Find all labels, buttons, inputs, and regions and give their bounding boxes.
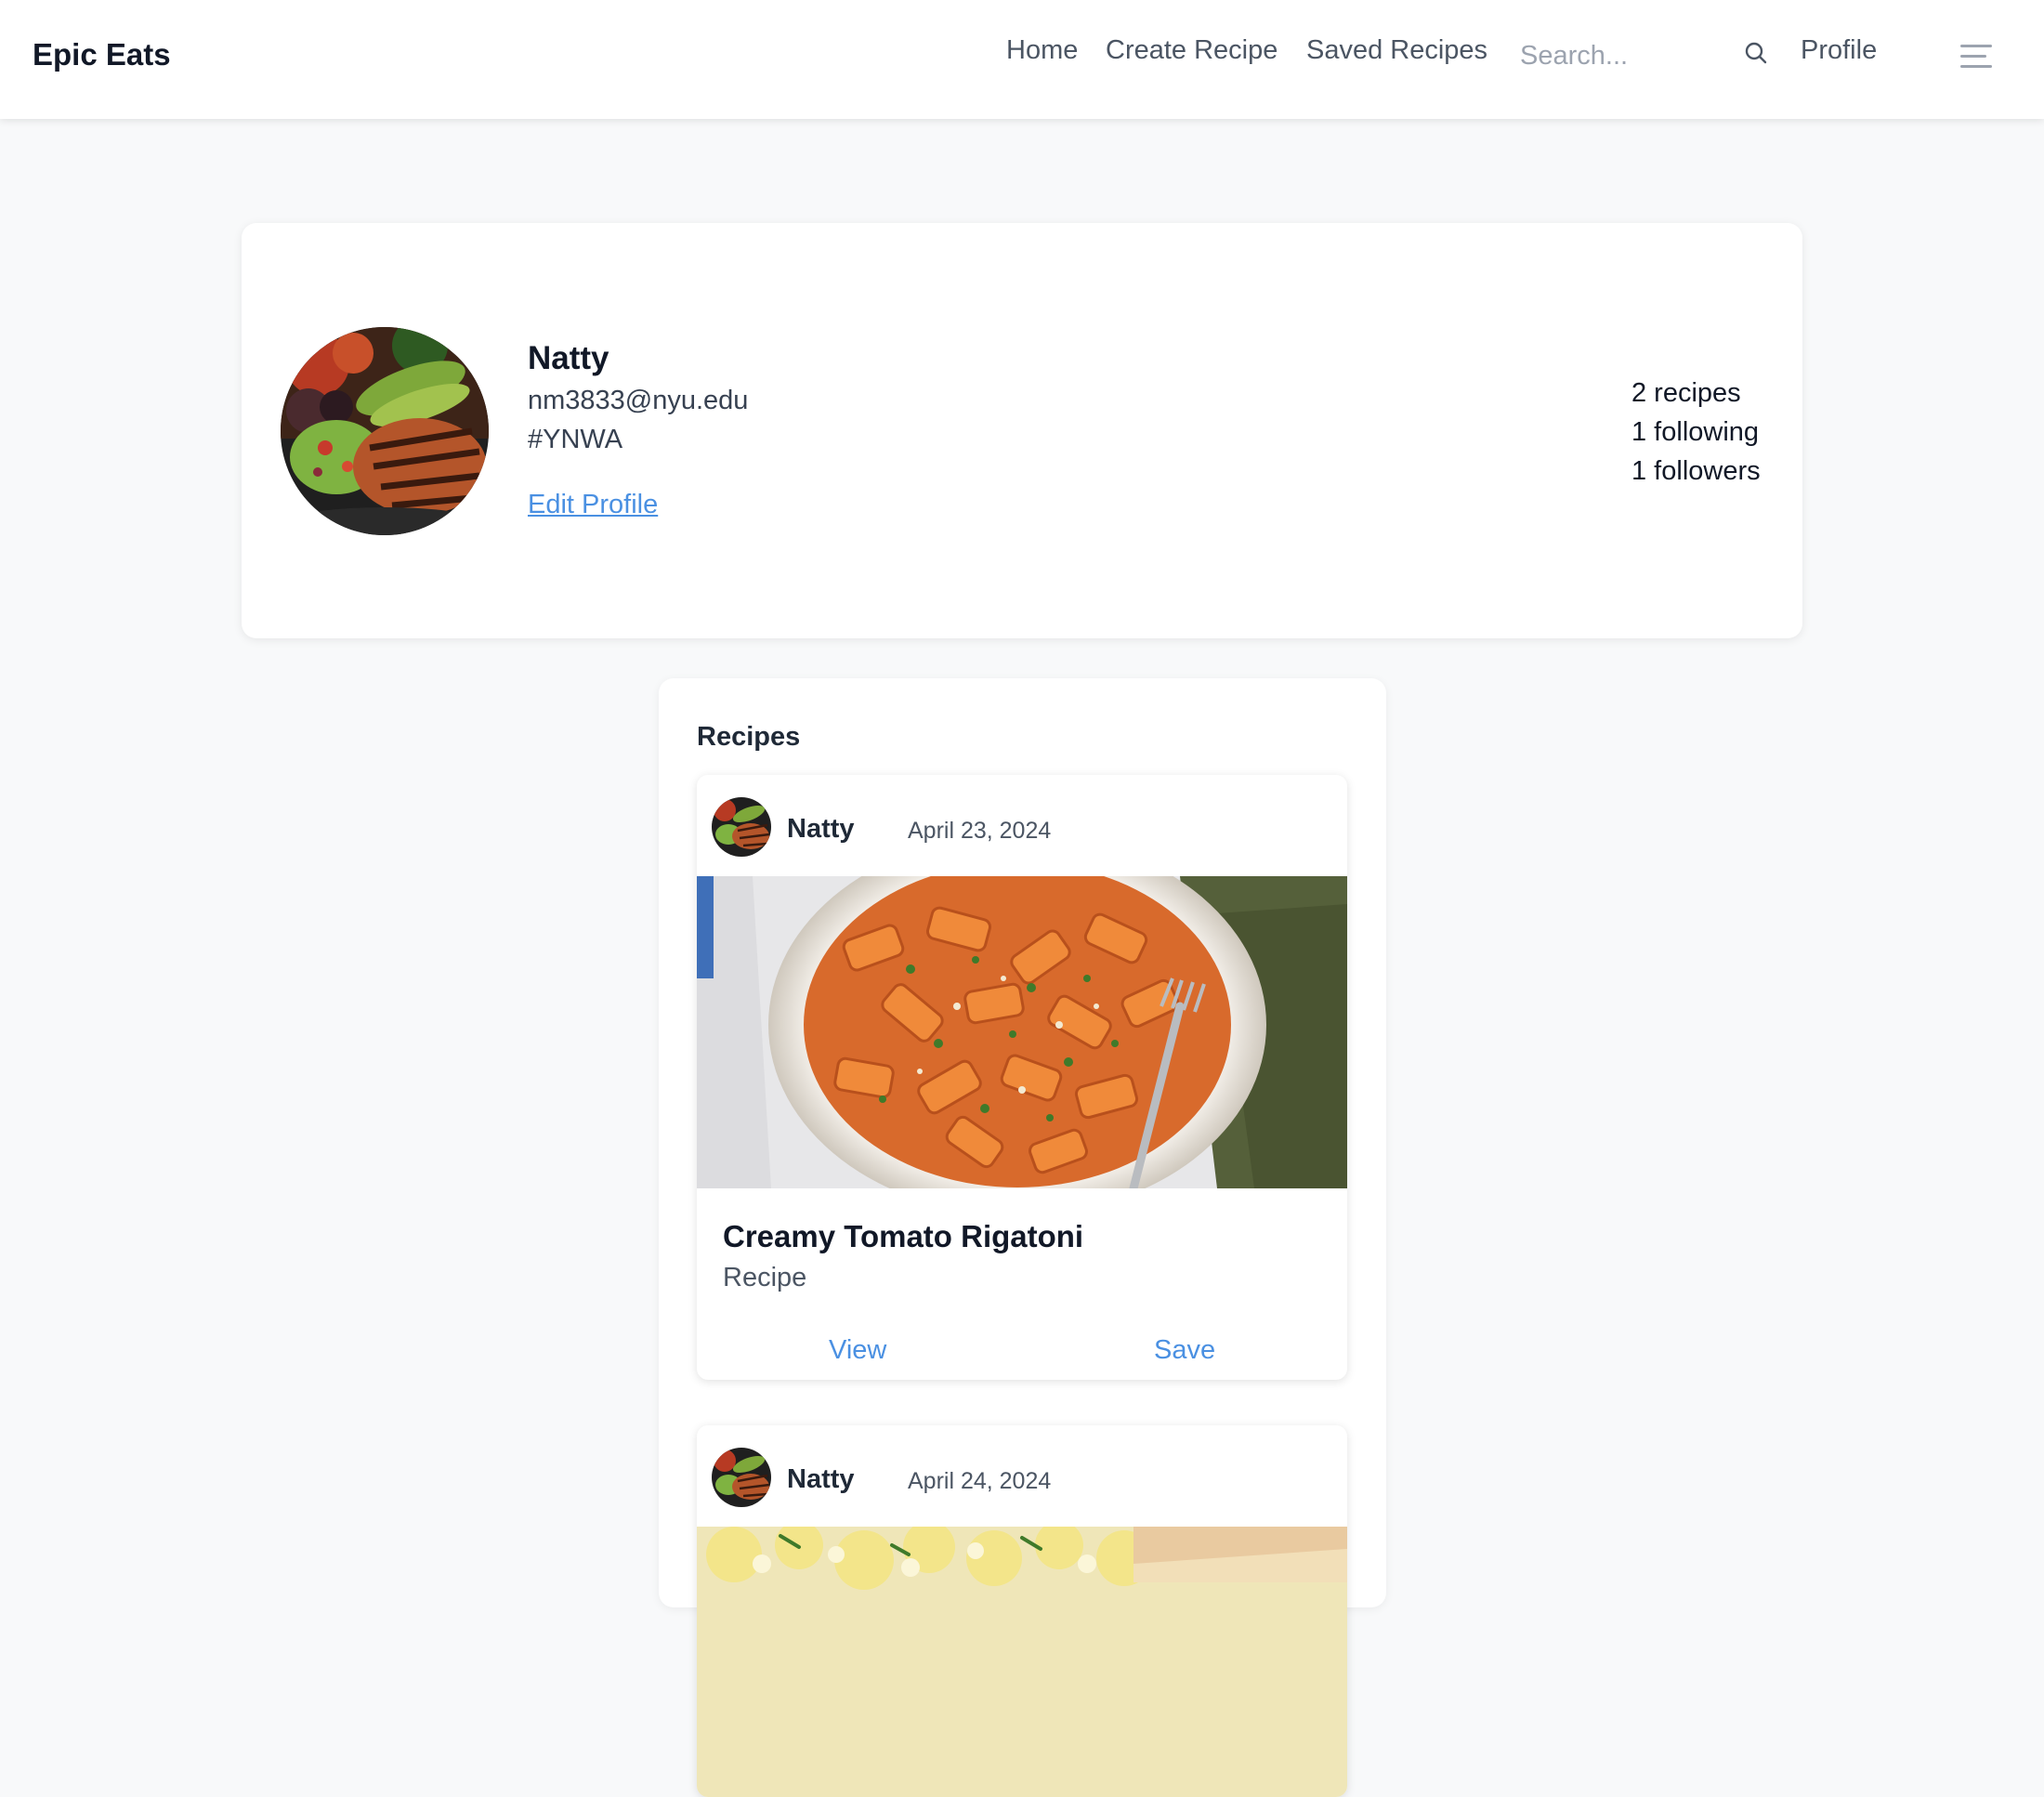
search-icon[interactable] — [1744, 41, 1768, 65]
nav-create-recipe-link[interactable]: Create Recipe — [1106, 35, 1278, 66]
recipes-panel: Recipes Natty April 23, 2024 Creamy Toma… — [659, 678, 1386, 1797]
recipe-image[interactable] — [697, 1527, 1347, 1797]
profile-card: Natty nm3833@nyu.edu #YNWA Edit Profile … — [242, 223, 1802, 638]
author-avatar[interactable] — [712, 797, 771, 857]
avatar — [281, 327, 489, 535]
recipe-title[interactable]: Creamy Tomato Rigatoni — [723, 1219, 1083, 1254]
card-date: April 23, 2024 — [908, 818, 1052, 844]
stat-following[interactable]: 1 following — [1631, 413, 1761, 452]
recipe-subtitle: Recipe — [723, 1263, 807, 1292]
nav-home-link[interactable]: Home — [1006, 35, 1078, 66]
card-author-name[interactable]: Natty — [787, 814, 855, 845]
card-author-name[interactable]: Natty — [787, 1464, 855, 1495]
recipe-card: Natty April 24, 2024 — [697, 1425, 1347, 1797]
brand-logo[interactable]: Epic Eats — [33, 37, 171, 72]
card-date: April 24, 2024 — [908, 1468, 1052, 1494]
view-button[interactable]: View — [829, 1335, 886, 1366]
stat-recipes[interactable]: 2 recipes — [1631, 374, 1761, 413]
recipes-heading: Recipes — [697, 722, 801, 752]
recipe-image[interactable] — [697, 876, 1347, 1188]
author-avatar[interactable] — [712, 1448, 771, 1507]
save-button[interactable]: Save — [1154, 1335, 1215, 1366]
profile-stats: 2 recipes 1 following 1 followers — [1631, 374, 1761, 491]
navbar: Epic Eats Home Create Recipe Saved Recip… — [0, 0, 2044, 119]
edit-profile-link[interactable]: Edit Profile — [528, 490, 658, 520]
menu-icon[interactable] — [1960, 43, 1992, 71]
nav-profile-link[interactable]: Profile — [1801, 35, 1877, 66]
recipe-card: Natty April 23, 2024 Creamy Tomato Rigat… — [697, 775, 1347, 1380]
profile-email: nm3833@nyu.edu — [528, 386, 749, 415]
profile-name: Natty — [528, 340, 609, 376]
search-input[interactable] — [1520, 35, 1743, 76]
nav-saved-recipes-link[interactable]: Saved Recipes — [1306, 35, 1487, 66]
stat-followers[interactable]: 1 followers — [1631, 452, 1761, 491]
profile-bio: #YNWA — [528, 425, 623, 454]
